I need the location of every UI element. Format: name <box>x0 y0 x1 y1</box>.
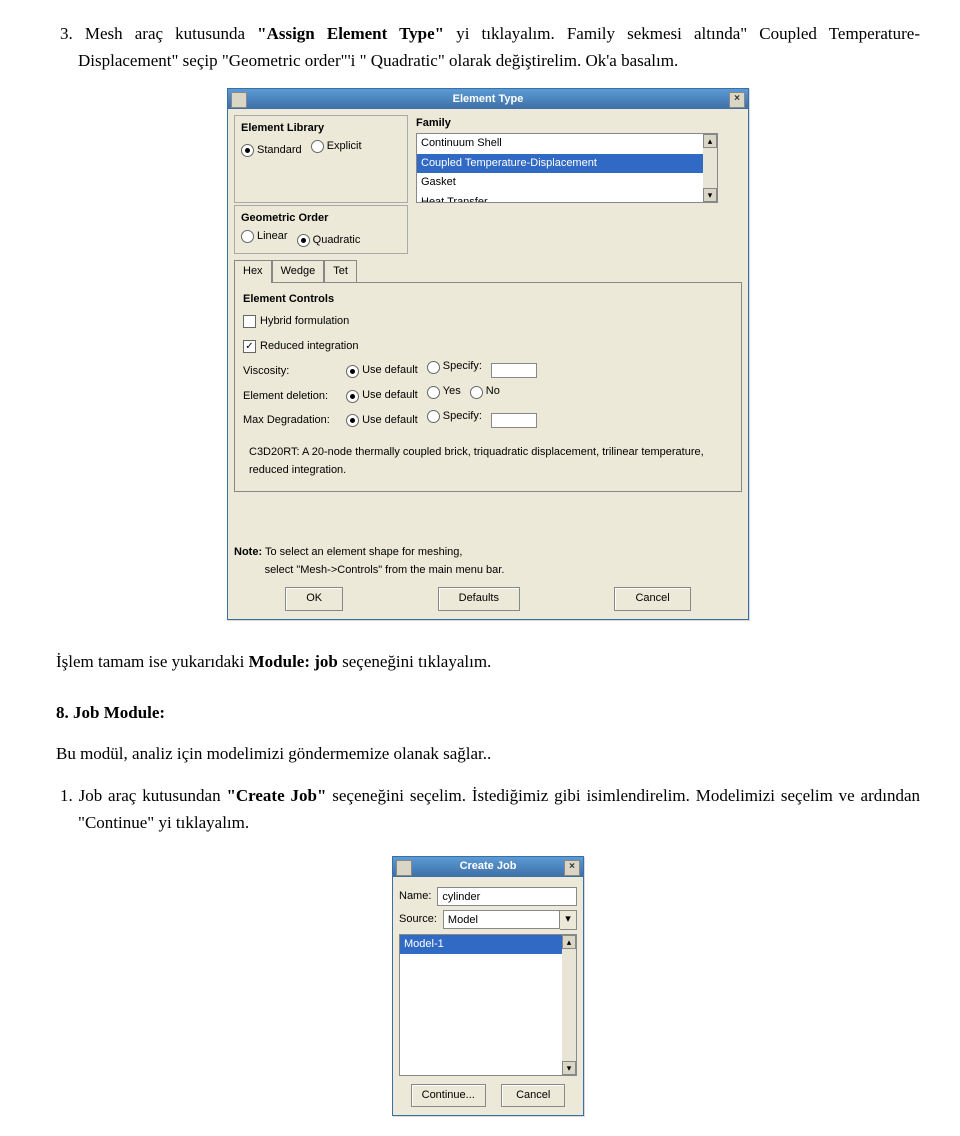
defaults-button[interactable]: Defaults <box>438 587 520 611</box>
create-job-label: "Create Job" <box>226 786 326 805</box>
name-label: Name: <box>399 888 431 906</box>
element-deletion-row: Element deletion: Use default Yes No <box>243 383 733 405</box>
paragraph-module-job: İşlem tamam ise yukarıdaki Module: job s… <box>56 648 920 675</box>
specify-input[interactable] <box>491 413 537 428</box>
radio-use-default[interactable]: Use default <box>346 412 418 430</box>
dialog-buttons: OK Defaults Cancel <box>234 581 742 613</box>
heading-8-job-module: 8. Job Module: <box>56 699 920 726</box>
radio-use-default[interactable]: Use default <box>346 362 418 380</box>
dialog-titlebar: Element Type × <box>228 89 748 109</box>
element-type-dialog: Element Type × Element Library Standard … <box>227 88 749 620</box>
specify-input[interactable] <box>491 363 537 378</box>
cancel-button[interactable]: Cancel <box>614 587 690 611</box>
radio-specify[interactable]: Specify: <box>427 358 482 376</box>
radio-quadratic[interactable]: Quadratic <box>297 232 361 250</box>
scroll-up-icon[interactable]: ▴ <box>703 134 717 148</box>
cancel-button[interactable]: Cancel <box>501 1084 565 1108</box>
scrollbar[interactable]: ▴ ▾ <box>703 134 717 202</box>
dialog-title: Element Type <box>453 91 524 109</box>
list-item[interactable]: Model-1 <box>400 935 562 955</box>
max-degradation-row: Max Degradation: Use default Specify: <box>243 408 733 430</box>
assign-element-type-label: "Assign Element Type" <box>257 24 444 43</box>
radio-standard[interactable]: Standard <box>241 142 302 160</box>
model-listbox[interactable]: Model-1 ▴ ▾ <box>399 934 577 1076</box>
shape-tabs: Hex Wedge Tet <box>234 260 742 283</box>
paragraph-create-job: 1. Job araç kutusundan "Create Job" seçe… <box>56 782 920 836</box>
group-label: Element Library <box>241 120 401 138</box>
scroll-down-icon[interactable]: ▾ <box>562 1061 576 1075</box>
close-icon[interactable]: × <box>729 92 745 108</box>
dialog-title: Create Job <box>460 858 517 876</box>
tab-hex[interactable]: Hex <box>234 260 272 283</box>
family-listbox[interactable]: Continuum Shell Coupled Temperature-Disp… <box>416 133 718 203</box>
tab-body: Element Controls Hybrid formulation Redu… <box>234 282 742 492</box>
family-label: Family <box>416 115 742 133</box>
system-menu-icon[interactable] <box>231 92 247 108</box>
checkbox-reduced[interactable]: Reduced integration <box>243 338 358 356</box>
group-label: Geometric Order <box>241 210 401 228</box>
list-item[interactable]: Coupled Temperature-Displacement <box>417 154 717 174</box>
text: 3. Mesh araç kutusunda <box>60 24 257 43</box>
system-menu-icon[interactable] <box>396 860 412 876</box>
radio-yes[interactable]: Yes <box>427 383 461 401</box>
module-job-label: Module: job <box>249 652 338 671</box>
list-item[interactable]: Continuum Shell <box>417 134 717 154</box>
radio-use-default[interactable]: Use default <box>346 387 418 405</box>
scroll-up-icon[interactable]: ▴ <box>562 935 576 949</box>
tab-wedge[interactable]: Wedge <box>272 260 325 283</box>
element-controls-title: Element Controls <box>243 291 733 309</box>
list-item[interactable]: Gasket <box>417 173 717 193</box>
scroll-down-icon[interactable]: ▾ <box>703 188 717 202</box>
ok-button[interactable]: OK <box>285 587 343 611</box>
list-item[interactable]: Heat Transfer <box>417 193 717 203</box>
element-description: C3D20RT: A 20-node thermally coupled bri… <box>243 440 733 483</box>
close-icon[interactable]: × <box>564 860 580 876</box>
paragraph-job-module-desc: Bu modül, analiz için modelimizi gönderm… <box>56 740 920 767</box>
dialog-titlebar: Create Job × <box>393 857 583 877</box>
radio-specify[interactable]: Specify: <box>427 408 482 426</box>
paragraph-3-mesh: 3. Mesh araç kutusunda "Assign Element T… <box>56 20 920 74</box>
source-select[interactable]: Model <box>443 910 560 929</box>
chevron-down-icon[interactable]: ▾ <box>560 910 577 930</box>
note: Note: To select an element shape for mes… <box>234 542 742 581</box>
radio-no[interactable]: No <box>470 383 500 401</box>
source-label: Source: <box>399 911 437 929</box>
viscosity-row: Viscosity: Use default Specify: <box>243 358 733 380</box>
geometric-order-group: Geometric Order Linear Quadratic <box>234 205 408 254</box>
continue-button[interactable]: Continue... <box>411 1084 486 1108</box>
radio-explicit[interactable]: Explicit <box>311 138 362 156</box>
create-job-dialog: Create Job × Name: cylinder Source: Mode… <box>392 856 584 1116</box>
element-library-group: Element Library Standard Explicit <box>234 115 408 203</box>
checkbox-hybrid[interactable]: Hybrid formulation <box>243 313 349 331</box>
tab-tet[interactable]: Tet <box>324 260 357 283</box>
radio-linear[interactable]: Linear <box>241 228 288 246</box>
scrollbar[interactable]: ▴ ▾ <box>562 935 576 1075</box>
name-input[interactable]: cylinder <box>437 887 577 906</box>
